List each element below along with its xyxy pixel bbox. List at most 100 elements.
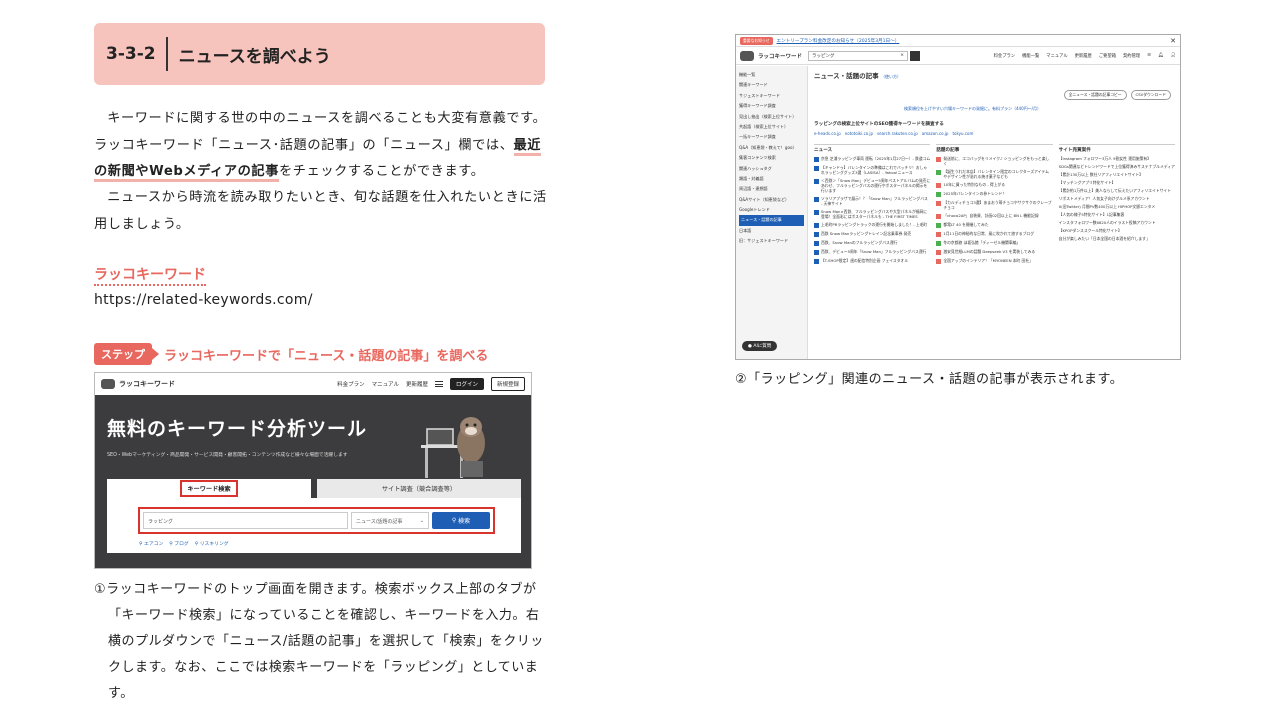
- news-item[interactable]: 西鉄、Snow Manのフルラッピングバス運行: [814, 240, 930, 246]
- shot2-logo[interactable]: ラッコキーワード: [740, 50, 808, 61]
- shot2-nav-item[interactable]: 契約管理: [1123, 53, 1140, 59]
- topic-item[interactable]: 【誕生うれだ本店】バレンタイン限定のコレクターズアイテムやデザイン性が溢れる焼き…: [936, 169, 1052, 179]
- ranking-item[interactable]: 【Instagram フォロワー3万人 9割女性 運用施策有】: [1059, 156, 1175, 161]
- sidebar-item[interactable]: サジェストキーワード: [739, 91, 804, 101]
- shot1-nav-manual[interactable]: マニュアル: [372, 380, 399, 388]
- copy-all-button[interactable]: 全ニュース・話題の記事コピー: [1063, 90, 1127, 100]
- shot2-nav-item[interactable]: 機能一覧: [1022, 53, 1039, 59]
- resource-url[interactable]: https://related-keywords.com/: [94, 292, 313, 308]
- news-item[interactable]: 西鉄 Snow Manラッピングトレイン記念乗車券 発売: [814, 231, 930, 237]
- news-item[interactable]: Snow Man×西鉄、フルラッピングバスや大型パネルが福岡に登場！全面彩にはポ…: [814, 209, 930, 219]
- shot2-promo-link[interactable]: 検索順位を上げやすい穴場キーワードの発掘に。有料プラン（440円〜/月）: [904, 106, 1041, 112]
- shot2-search-input[interactable]: ラッピング ×: [808, 50, 908, 61]
- search-icon[interactable]: [910, 50, 920, 61]
- sidebar-item[interactable]: 集客コンテンツ検索: [739, 153, 804, 163]
- shot1-login-button[interactable]: ログイン: [449, 378, 484, 390]
- bell-icon[interactable]: 🔔︎: [1158, 53, 1163, 58]
- shot2-nav-item[interactable]: マニュアル: [1046, 53, 1067, 59]
- step-badge: ステップ: [94, 343, 159, 365]
- topic-item[interactable]: 都電LT 40 を開催してみた: [936, 222, 1052, 228]
- shot2-ai-label: AIに質問: [753, 344, 772, 349]
- topic-item[interactable]: 激安見世紙LLMの話題 Deepseek V3 を実装してみる: [936, 249, 1052, 255]
- sidebar-item[interactable]: 類語・対義語: [739, 174, 804, 184]
- news-item[interactable]: ソラリアプラザで展示！？「Snow Man」フルラッピングバス - 天神サイト: [814, 196, 930, 206]
- sidebar-item[interactable]: Googleトレンド: [739, 205, 804, 215]
- sidebar-item[interactable]: 関連キーワード: [739, 80, 804, 90]
- ranking-item[interactable]: SDGs関連などトレンドワードで上位獲得済みサステナブルメディア: [1059, 164, 1175, 169]
- menu-icon[interactable]: ☰: [1147, 53, 1151, 58]
- sidebar-item[interactable]: 周辺語・連想語: [739, 184, 804, 194]
- site-link[interactable]: search.rakuten.co.jp: [877, 131, 918, 136]
- shot1-nav-pricing[interactable]: 料金プラン: [337, 380, 365, 388]
- sidebar-item[interactable]: 共起語（検索上位サイト）: [739, 122, 804, 132]
- ranking-item[interactable]: インスタフォロワー数6820人のイラスト投稿アカウント: [1059, 220, 1175, 225]
- step-heading: ステップ ラッコキーワードで「ニュース・話題の記事」を調べる: [94, 343, 488, 365]
- news-item[interactable]: 西鉄、デビュー5周年「Snow Man」フルラッピングバス運行: [814, 249, 930, 255]
- ranking-item[interactable]: 【人気の様子5特化サイト】1記事集客: [1059, 212, 1175, 217]
- shot1-type-select[interactable]: ニュース/話題の記事 ⌄: [351, 512, 429, 529]
- shot2-ai-button[interactable]: ● AIに質問: [742, 341, 778, 351]
- tab-site-research[interactable]: サイト調査（競合調査等）: [317, 479, 521, 498]
- close-icon[interactable]: ×: [900, 53, 904, 58]
- caption-step-1: ①ラッコキーワードのトップ画面を開きます。検索ボックス上部のタブが「キーワード検…: [94, 582, 544, 701]
- tab-keyword-search[interactable]: キーワード検索: [107, 479, 311, 498]
- ranking-column-heading: サイト売買案件: [1058, 148, 1091, 153]
- shot2-notice-link[interactable]: エントリープラン料金改定のお知らせ（2025年3月1日～）: [777, 38, 900, 44]
- shot1-register-button[interactable]: 新規登録: [490, 377, 525, 391]
- sidebar-item[interactable]: 獲得キーワード調査: [739, 101, 804, 111]
- user-icon[interactable]: 👤︎: [1171, 53, 1176, 58]
- shot2-howto-link[interactable]: （使い方）: [881, 74, 901, 79]
- close-icon[interactable]: ✕: [1170, 37, 1176, 45]
- news-item[interactable]: 上毛町PRラッピングトラックの運行を開始しました！- 上毛町: [814, 222, 930, 228]
- sidebar-item[interactable]: 旧：サジェストキーワード: [739, 236, 804, 246]
- section-header: 3-3-2 ニュースを調べよう: [94, 23, 545, 85]
- example-link-aircon[interactable]: ⚲ エアコン: [139, 540, 163, 547]
- ranking-item[interactable]: 【累計約1万件以上】美人ならして伝えたいアフィリエイトサイト: [1059, 188, 1175, 193]
- ranking-item[interactable]: 自分が楽しみたい「日本全国の日本酒を紹介します」: [1059, 236, 1175, 241]
- topic-item[interactable]: 発送前に、エコバッグをリメイク♪ ショッピングをもっと楽しく: [936, 156, 1052, 166]
- csv-download-button[interactable]: CSVダウンロード: [1130, 90, 1171, 100]
- news-item[interactable]: 京急 芝浦ラッピング車両 運転（2025年1月27日～）- 鉄道コム: [814, 156, 930, 162]
- ranking-item[interactable]: 【累計130万以上 数社リアフィリエイトサイト】: [1059, 172, 1175, 177]
- ranking-item[interactable]: リポストメディア！人気女子向けグルメ系アカウント: [1059, 196, 1175, 201]
- ranking-item[interactable]: X(旧Twitter) 月間PV数400万以上 HIPHOP文脈エンタメ: [1059, 204, 1175, 209]
- sidebar-item[interactable]: 一括キーワード調査: [739, 132, 804, 142]
- sidebar-item-news[interactable]: ニュース・話題の記事: [739, 215, 804, 226]
- sidebar-item[interactable]: Q&Aサイト（知恵袋など）: [739, 195, 804, 205]
- shot2-title-text: ニュース・話題の記事: [814, 72, 879, 80]
- ranking-item[interactable]: 【マッチングアプリ特化サイト】: [1059, 180, 1175, 185]
- otter-logo-icon: [101, 379, 115, 389]
- shot2-nav-item[interactable]: 更新履歴: [1075, 53, 1092, 59]
- shot2-nav-item[interactable]: 料金プラン: [994, 53, 1015, 59]
- shot1-search-button[interactable]: ⚲ 検索: [432, 512, 490, 529]
- example-link-blog[interactable]: ⚲ ブログ: [169, 540, 188, 547]
- news-item[interactable]: 【T-SHOP限定】週の配信特別企画 フェイスタオル: [814, 258, 930, 264]
- site-link[interactable]: nototoiki.co.jp: [845, 131, 873, 136]
- shot2-nav-item[interactable]: ご要望箱: [1099, 53, 1116, 59]
- topic-item[interactable]: 全国アップのインテリア！「MYONEEN 本町 田杜」: [936, 258, 1052, 264]
- shot1-hero-subtitle: SEO・Webマーケティング・商品開発・サービス開発・顧客開拓・コンテンツ作成な…: [107, 453, 348, 458]
- ranking-item[interactable]: 【KPOPダンススクール特化サイト】: [1059, 228, 1175, 233]
- menu-icon[interactable]: [434, 381, 443, 387]
- shot2-nav: 料金プラン 機能一覧 マニュアル 更新履歴 ご要望箱 契約管理 ☰ 🔔︎ 👤︎: [994, 53, 1176, 59]
- topic-item[interactable]: 1月11日の神秘的な日常、風に吹かれて旅するブログ: [936, 231, 1052, 237]
- sidebar-item[interactable]: 見出し抽出（検索上位サイト）: [739, 112, 804, 122]
- site-link[interactable]: tokyu.com: [952, 131, 973, 136]
- topic-item[interactable]: 【カルディチョコ3選】あまおう苺チョコやサクサクのクレープチョコ: [936, 200, 1052, 210]
- news-item[interactable]: 【キャンドゥ】バレンタインの準備はこれでバッチリ！おしゃれラッピンググッズ3選（…: [814, 165, 930, 175]
- example-link-reskilling[interactable]: ⚲ リスキリング: [195, 540, 229, 547]
- sidebar-item[interactable]: Q&A（知恵袋・教えて！goo）: [739, 143, 804, 153]
- chevron-down-icon: ⌄: [419, 518, 424, 524]
- shot1-logo[interactable]: ラッコキーワード: [101, 379, 175, 389]
- news-item[interactable]: ＜西鉄＞「Snow Man」デビュー5周年ベストアルバムの発売にあわせ、フルラッ…: [814, 178, 930, 193]
- topic-item[interactable]: 冬の京都旅 ほ坂弘館「ディーゼル機関車編」: [936, 240, 1052, 246]
- topic-item[interactable]: 10年に買った特別なもの - 得上がる: [936, 182, 1052, 188]
- site-link[interactable]: amazon.co.jp: [922, 131, 949, 136]
- shot1-search-input[interactable]: ラッピング: [143, 512, 348, 529]
- sidebar-item[interactable]: 関連ハッシュタグ: [739, 164, 804, 174]
- site-link[interactable]: e-heads.co.jp: [814, 131, 841, 136]
- topic-item[interactable]: 2025年バレンタインの参トレンド！: [936, 191, 1052, 197]
- shot1-nav-history[interactable]: 更新履歴: [406, 380, 428, 388]
- topic-item[interactable]: 「choco2AP」自装貨、計画02回以上に BN L 機能記録: [936, 213, 1052, 219]
- screenshot-news-results: 重要なお知らせ エントリープラン料金改定のお知らせ（2025年3月1日～） ✕ …: [735, 34, 1181, 360]
